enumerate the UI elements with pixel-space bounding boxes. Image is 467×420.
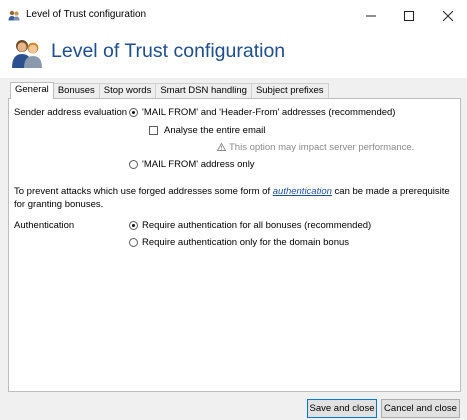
require-auth-all-bonuses-label[interactable]: Require authentication for all bonuses (… — [142, 220, 371, 231]
minimize-icon — [366, 15, 376, 16]
maximize-icon — [404, 10, 414, 21]
minimize-button[interactable] — [352, 0, 390, 31]
tab-stop-words[interactable]: Stop words — [98, 83, 157, 99]
require-auth-all-bonuses-radio[interactable] — [129, 221, 138, 230]
tab-bonuses[interactable]: Bonuses — [52, 83, 100, 99]
analyse-entire-email-label[interactable]: Analyse the entire email — [164, 125, 265, 136]
users-icon — [12, 40, 42, 68]
mail-from-header-from-radio[interactable] — [129, 108, 138, 117]
save-and-close-button[interactable]: Save and close — [307, 399, 377, 418]
require-auth-domain-bonus-label[interactable]: Require authentication only for the doma… — [142, 237, 349, 248]
mail-from-only-radio[interactable] — [129, 160, 138, 169]
authentication-link[interactable]: authentication — [273, 186, 332, 197]
cancel-and-close-button[interactable]: Cancel and close — [381, 399, 460, 418]
maximize-button[interactable] — [390, 0, 428, 31]
tab-smart-dsn-handling[interactable]: Smart DSN handling — [155, 83, 252, 99]
title-bar: Level of Trust configuration — [0, 0, 467, 31]
tab-general[interactable]: General — [10, 82, 54, 99]
mail-from-only-label[interactable]: 'MAIL FROM' address only — [142, 159, 255, 170]
analyse-entire-email-checkbox[interactable] — [149, 126, 158, 135]
info-text-before: To prevent attacks which use forged addr… — [14, 186, 273, 197]
window-title: Level of Trust configuration — [26, 9, 147, 20]
warning-icon — [217, 143, 226, 151]
tab-bar: General Bonuses Stop words Smart DSN han… — [10, 82, 329, 99]
page-title: Level of Trust configuration — [51, 40, 286, 62]
authentication-info-text: To prevent attacks which use forged addr… — [14, 185, 454, 211]
mail-from-header-from-label[interactable]: 'MAIL FROM' and 'Header-From' addresses … — [142, 107, 395, 118]
close-icon — [443, 10, 453, 21]
tab-subject-prefixes[interactable]: Subject prefixes — [250, 83, 329, 99]
require-auth-domain-bonus-radio[interactable] — [129, 238, 138, 247]
sender-address-label: Sender address evaluation — [14, 107, 128, 118]
close-button[interactable] — [429, 0, 467, 31]
users-icon — [8, 10, 20, 21]
general-panel: Sender address evaluation 'MAIL FROM' an… — [8, 98, 461, 392]
performance-warning-text: This option may impact server performanc… — [229, 142, 415, 153]
authentication-label: Authentication — [14, 220, 75, 231]
dialog-header: Level of Trust configuration — [0, 31, 467, 78]
